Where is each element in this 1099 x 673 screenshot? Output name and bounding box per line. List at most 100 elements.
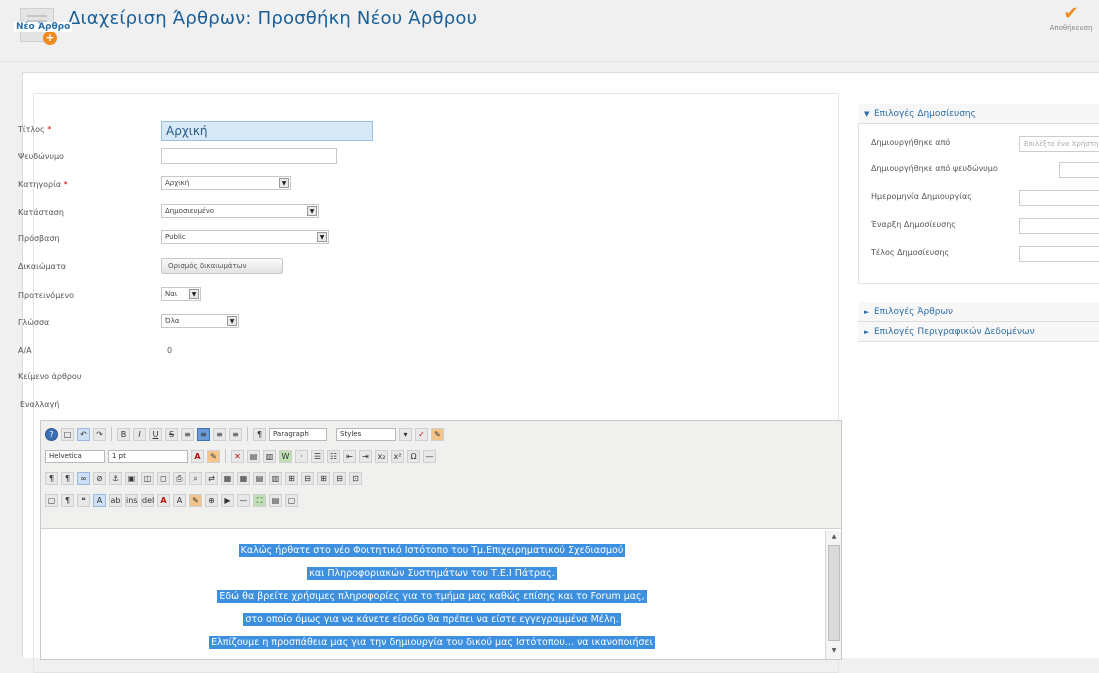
bold-icon[interactable]: B (117, 427, 130, 441)
created-by-alias-input[interactable] (1059, 162, 1099, 178)
insert-table-icon[interactable]: ▦ (237, 471, 250, 485)
numbered-list-icon[interactable]: ☷ (327, 449, 340, 463)
horizontal-rule-icon[interactable]: — (423, 449, 436, 463)
clean-up-icon[interactable]: ✎ (431, 427, 444, 441)
editor-scrollbar[interactable]: ▲ ▼ (825, 531, 841, 659)
spellcheck-icon[interactable]: ✓ (415, 427, 428, 441)
table-cell-props-icon[interactable]: ▥ (269, 471, 282, 485)
insertion-icon[interactable]: ins (125, 493, 138, 507)
metadata-options-header[interactable]: ► Επιλογές Περιγραφικών Δεδομένων (858, 322, 1099, 342)
fullscreen-icon[interactable]: ⛶ (253, 493, 266, 507)
insert-col-icon[interactable]: ⊞ (317, 471, 330, 485)
code-icon[interactable]: ◻ (157, 471, 170, 485)
subscript-icon[interactable]: x₂ (375, 449, 388, 463)
visual-aid-icon[interactable]: ▦ (221, 471, 234, 485)
help-icon[interactable]: ? (45, 427, 58, 441)
print-icon[interactable]: ⎙ (173, 471, 186, 485)
align-right-icon[interactable]: ≡ (213, 427, 226, 441)
non-breaking-icon[interactable]: ⊕ (205, 493, 218, 507)
scroll-down-icon[interactable]: ▼ (829, 647, 839, 657)
toolbar-row-1: ? □ ↶ ↷ B I U S ≡ ≡ ≡ ≡ ¶ Paragraph Styl… (45, 423, 837, 445)
bullet-list-icon[interactable]: ☰ (311, 449, 324, 463)
media-icon[interactable]: ▶ (221, 493, 234, 507)
font-size-icon[interactable]: A (173, 493, 186, 507)
ltr-icon[interactable]: ¶ (45, 471, 58, 485)
article-options-header[interactable]: ► Επιλογές Άρθρων (858, 302, 1099, 322)
paste-word-icon[interactable]: W (279, 449, 292, 463)
created-date-input[interactable] (1019, 190, 1099, 206)
chevron-down-icon[interactable]: ▾ (399, 427, 412, 441)
merge-cells-icon[interactable]: ⊡ (349, 471, 362, 485)
unlink-icon[interactable]: ⊘ (93, 471, 106, 485)
format-icon[interactable]: ¶ (253, 427, 266, 441)
hr-icon[interactable]: — (237, 493, 250, 507)
italic-icon[interactable]: I (133, 427, 146, 441)
layer-icon[interactable]: ▢ (45, 493, 58, 507)
size-select[interactable]: 1 pt (108, 449, 188, 463)
category-value: Αρχική (165, 179, 190, 187)
deletion-icon[interactable]: del (141, 493, 154, 507)
scroll-up-icon[interactable]: ▲ (829, 533, 839, 543)
table-row-props-icon[interactable]: ▤ (253, 471, 266, 485)
featured-select[interactable]: Nαι ▼ (161, 287, 201, 301)
editor-content[interactable]: Καλώς ήρθατε στο νέο Φοιτητικό Ιστότοπο … (41, 531, 823, 659)
title-input[interactable]: Αρχική (161, 121, 373, 141)
styles-select[interactable]: Styles (336, 427, 396, 441)
paste-icon[interactable]: ▥ (263, 449, 276, 463)
publishing-options-header[interactable]: ▼ Επιλογές Δημοσίευσης (858, 104, 1099, 124)
align-left-icon[interactable]: ≡ (181, 427, 194, 441)
publish-down-input[interactable] (1019, 246, 1099, 262)
rtl-icon[interactable]: ¶ (61, 471, 74, 485)
abbreviation-icon[interactable]: A (93, 493, 106, 507)
anchor-icon[interactable]: ⚓ (109, 471, 122, 485)
set-permissions-button[interactable]: Ορισμός δικαιωμάτων (161, 258, 283, 274)
remove-format-icon[interactable]: ✕ (231, 449, 244, 463)
rich-text-editor: ? □ ↶ ↷ B I U S ≡ ≡ ≡ ≡ ¶ Paragraph Styl… (40, 420, 842, 660)
chevron-down-icon: ▼ (317, 232, 327, 242)
image-icon[interactable]: ▣ (125, 471, 138, 485)
language-select[interactable]: Όλα ▼ (161, 314, 239, 328)
superscript-icon[interactable]: x² (391, 449, 404, 463)
redo-icon[interactable]: ↷ (93, 427, 106, 441)
text-color-icon[interactable]: A (191, 449, 204, 463)
replace-icon[interactable]: ⇄ (205, 471, 218, 485)
delete-col-icon[interactable]: ⊟ (333, 471, 346, 485)
spacer-icon[interactable]: · (295, 449, 308, 463)
link-icon[interactable]: ∞ (77, 471, 90, 485)
state-value: Δημοσιευμένο (165, 207, 215, 215)
preview-icon[interactable]: ▢ (285, 493, 298, 507)
search-icon[interactable]: ⌕ (189, 471, 202, 485)
underline-icon[interactable]: U (149, 427, 162, 441)
special-char-icon[interactable]: Ω (407, 449, 420, 463)
toggle-editor-link[interactable]: Εναλλαγή (20, 396, 59, 414)
strikethrough-icon[interactable]: S (165, 427, 178, 441)
highlight-color-icon[interactable]: ✎ (207, 449, 220, 463)
select-all-icon[interactable]: ▤ (247, 449, 260, 463)
state-select[interactable]: Δημοσιευμένο ▼ (161, 204, 319, 218)
template-icon[interactable]: ▤ (269, 493, 282, 507)
paragraph-icon[interactable]: ¶ (61, 493, 74, 507)
new-document-icon[interactable]: □ (61, 427, 74, 441)
acronym-icon[interactable]: ab (109, 493, 122, 507)
outdent-icon[interactable]: ⇤ (343, 449, 356, 463)
cleanup-icon[interactable]: ◫ (141, 471, 154, 485)
created-by-select[interactable]: Επιλέξτε ένα Χρήστη (1019, 136, 1099, 152)
save-button[interactable]: ✔ Αποθήκευση (1043, 4, 1099, 44)
font-select[interactable]: Helvetica (45, 449, 105, 463)
font-color-icon[interactable]: A (157, 493, 170, 507)
delete-row-icon[interactable]: ⊟ (301, 471, 314, 485)
scrollbar-thumb[interactable] (828, 545, 840, 641)
undo-icon[interactable]: ↶ (77, 427, 90, 441)
category-select[interactable]: Αρχική ▼ (161, 176, 291, 190)
edit-css-icon[interactable]: ✎ (189, 493, 202, 507)
paragraph-select[interactable]: Paragraph (269, 427, 327, 441)
align-center-icon[interactable]: ≡ (197, 427, 210, 441)
indent-icon[interactable]: ⇥ (359, 449, 372, 463)
insert-row-icon[interactable]: ⊞ (285, 471, 298, 485)
blockquote-icon[interactable]: ❝ (77, 493, 90, 507)
editor-paragraph: Καλώς ήρθατε στο νέο Φοιτητικό Ιστότοπο … (238, 544, 626, 557)
publish-up-input[interactable] (1019, 218, 1099, 234)
access-select[interactable]: Public ▼ (161, 230, 329, 244)
alias-input[interactable] (161, 148, 337, 164)
align-justify-icon[interactable]: ≡ (229, 427, 242, 441)
